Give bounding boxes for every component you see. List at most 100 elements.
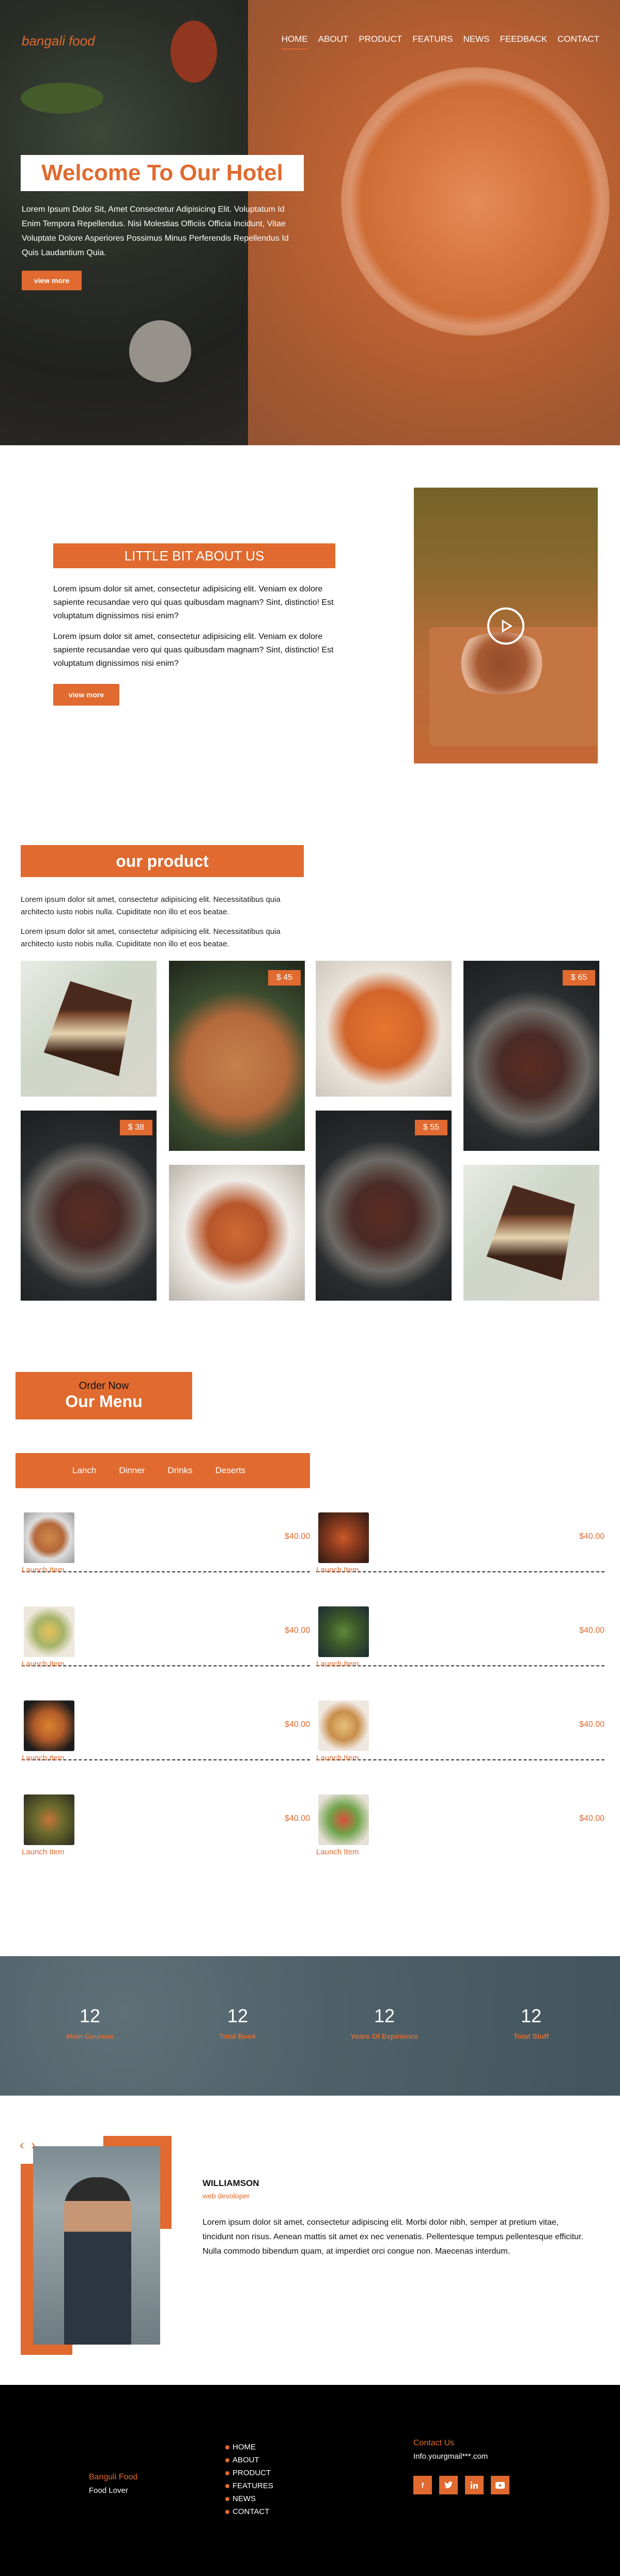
about-view-more-button[interactable]: view more [53,684,119,706]
footer-email[interactable]: Info.yourgmail***.com [413,2452,488,2461]
menu-item-price: $40.00 [579,1532,605,1541]
footer-link-contact[interactable]: CONTACT [225,2505,273,2518]
menu-item-image [318,1794,369,1845]
hero-title-box: Welcome To Our Hotel [21,155,304,191]
chevron-left-icon[interactable]: ‹ [20,2137,24,2153]
stat-number: 12 [374,2005,395,2026]
menu-item-image [318,1606,369,1657]
about-video[interactable] [414,488,598,763]
menu-item[interactable]: Launch Item $40.00 [316,1594,605,1668]
product-card[interactable]: $ 65 [463,961,599,1151]
stat-label: Total Stuff [513,2032,549,2040]
menu-item-image [24,1606,74,1657]
testimonial-role: web devoloper [203,2192,250,2200]
footer-contact-title: Contact Us [413,2439,455,2447]
youtube-icon[interactable] [491,2476,509,2494]
menu-tabs: Lanch Dinner Drinks Deserts [16,1453,310,1488]
menu-item-name: Launch Item [316,1848,359,1856]
linkedin-icon[interactable] [465,2476,484,2494]
price-badge: $ 65 [562,970,595,986]
product-card[interactable]: $ 38 [21,1111,157,1301]
menu-item[interactable]: Launch Item $40.00 [22,1782,310,1856]
stat-label: Years Of Expirience [350,2032,419,2040]
stat-number: 12 [227,2005,249,2026]
menu-heading-box: Order Now Our Menu [16,1372,192,1419]
stat-label: Total Book [219,2032,256,2040]
testimonial-text: Lorem ipsum dolor sit amet, consectetur … [203,2218,584,2256]
nav-feedback[interactable]: FEEDBACK [500,34,547,50]
hero-view-more-button[interactable]: view more [22,271,82,290]
stats-section: 12 Main Courese 12 Total Book 12 Years O… [0,1956,620,2096]
nav-about[interactable]: ABOUT [318,34,349,50]
footer-link-news[interactable]: NEWS [225,2492,273,2505]
stat-label: Main Courese [66,2032,114,2040]
testimonial-name: WILLIAMSON [203,2178,259,2188]
menu-item-name: Launch Item [22,1660,65,1668]
nav-product[interactable]: PRODUCT [359,34,402,50]
menu-item[interactable]: Launch Item $40.00 [22,1500,310,1574]
menu-item-price: $40.00 [285,1720,310,1729]
menu-item[interactable]: Launch Item $40.00 [316,1500,605,1574]
tab-lanch[interactable]: Lanch [72,1465,96,1476]
facebook-icon[interactable]: f [413,2476,432,2494]
testimonial-section: ‹ › WILLIAMSON web devoloper Lorem ipsum… [0,2096,620,2385]
menu-item-price: $40.00 [285,1814,310,1823]
stat-main-course: 12 Main Courese [23,2005,157,2040]
menu-item-name: Launch Item [22,1754,65,1762]
product-card[interactable] [21,961,157,1097]
about-title: LITTLE BIT ABOUT US [53,543,335,568]
footer-links: HOME ABOUT PRODUCT FEATURES NEWS CONTACT [225,2441,273,2518]
price-badge: $ 38 [119,1120,152,1135]
menu-item[interactable]: Launch Item $40.00 [316,1782,605,1856]
menu-section: Order Now Our Menu Lanch Dinner Drinks D… [0,1339,620,1956]
menu-item-price: $40.00 [285,1626,310,1635]
tab-drinks[interactable]: Drinks [167,1465,192,1476]
menu-item-image [318,1700,369,1751]
nav-contact[interactable]: CONTACT [557,34,599,50]
play-icon[interactable] [487,607,524,645]
product-card[interactable]: $ 55 [316,1111,452,1301]
nav-news[interactable]: NEWS [463,34,489,50]
tab-dinner[interactable]: Dinner [119,1465,145,1476]
product-card[interactable]: $ 45 [169,961,305,1151]
main-nav: HOME ABOUT PRODUCT FEATURS NEWS FEEDBACK… [281,34,599,50]
footer-link-product[interactable]: PRODUCT [225,2466,273,2479]
stat-number: 12 [520,2005,542,2026]
menu-item-price: $40.00 [285,1532,310,1541]
menu-item-image [24,1512,74,1563]
footer: Banguli Food Food Lover HOME ABOUT PRODU… [0,2385,620,2576]
hero-text: Lorem Ipsum Dolor Sit, Amet Consectetur … [22,205,289,257]
menu-item-name: Launch Item [316,1754,359,1762]
product-section: our product Lorem ipsum dolor sit amet, … [0,817,620,1339]
product-paragraph-1: Lorem ipsum dolor sit amet, consectetur … [21,895,281,916]
stat-number: 12 [79,2005,101,2026]
footer-link-features[interactable]: FEATURES [225,2479,273,2492]
menu-item[interactable]: Launch Item $40.00 [316,1688,605,1762]
price-badge: $ 55 [414,1120,447,1135]
menu-item-name: Launch Item [22,1566,65,1574]
about-section: LITTLE BIT ABOUT US Lorem ipsum dolor si… [0,445,620,817]
twitter-icon[interactable] [439,2476,458,2494]
footer-brand: Banguli Food [89,2473,138,2481]
product-card[interactable] [316,961,452,1097]
product-paragraph-2: Lorem ipsum dolor sit amet, consectetur … [21,927,281,948]
menu-item-price: $40.00 [579,1814,605,1823]
menu-item[interactable]: Launch Item $40.00 [22,1688,310,1762]
footer-link-home[interactable]: HOME [225,2441,273,2454]
menu-item[interactable]: Launch Item $40.00 [22,1594,310,1668]
brand-logo[interactable]: bangali food [22,33,95,49]
menu-item-image [24,1794,74,1845]
nav-home[interactable]: HOME [281,34,308,50]
product-card[interactable] [169,1165,305,1301]
hero-section: bangali food HOME ABOUT PRODUCT FEATURS … [0,0,620,445]
menu-item-price: $40.00 [579,1720,605,1729]
nav-features[interactable]: FEATURS [412,34,453,50]
about-paragraph-2: Lorem ipsum dolor sit amet, consectetur … [53,632,334,668]
menu-item-image [318,1512,369,1563]
product-card[interactable] [463,1165,599,1301]
about-paragraph-1: Lorem ipsum dolor sit amet, consectetur … [53,585,334,620]
stat-total-stuff: 12 Total Stuff [464,2005,598,2040]
footer-link-about[interactable]: ABOUT [225,2454,273,2466]
tab-deserts[interactable]: Deserts [215,1465,246,1476]
social-icons: f [413,2476,509,2494]
